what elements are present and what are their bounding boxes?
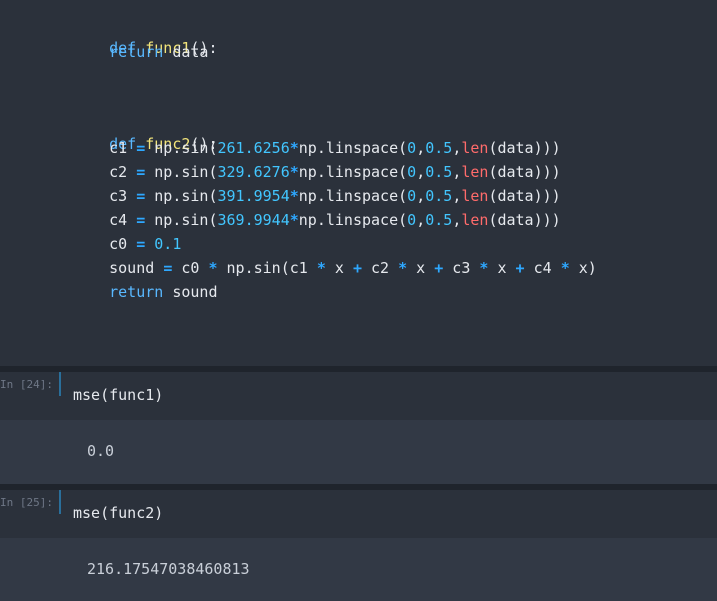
prompt-bar [59, 372, 61, 396]
code-line-c2: c2 = np.sin(329.6276*np.linspace(0,0.5,l… [73, 163, 561, 181]
code-line-c4: c4 = np.sin(369.9944*np.linspace(0,0.5,l… [73, 211, 561, 229]
code-cell-top[interactable]: def func1(): return data def func2(): c1… [0, 0, 717, 366]
output-cell-24: 0.0 [0, 420, 717, 484]
code-line-return-sound: return sound [109, 283, 218, 301]
cell-input-code[interactable]: mse(func1) [73, 385, 163, 405]
input-cell-25[interactable]: In [25]: mse(func2) [0, 490, 717, 538]
code-line-c1: c1 = np.sin(261.6256*np.linspace(0,0.5,l… [73, 139, 561, 157]
code-line-sound: sound = c0 * np.sin(c1 * x + c2 * x + c3… [73, 259, 597, 277]
cell-output-value: 0.0 [87, 442, 115, 460]
cell-input-code[interactable]: mse(func2) [73, 503, 163, 523]
cell-prompt: In [25]: [0, 496, 53, 509]
prompt-bar [59, 490, 61, 514]
code-line-c3: c3 = np.sin(391.9954*np.linspace(0,0.5,l… [73, 187, 561, 205]
input-cell-24[interactable]: In [24]: mse(func1) [0, 372, 717, 420]
cell-prompt: In [24]: [0, 378, 53, 391]
cell-output-value: 216.17547038460813 [87, 560, 250, 578]
output-cell-25: 216.17547038460813 [0, 538, 717, 601]
code-line-c0: c0 = 0.1 [73, 235, 182, 253]
code-line-return-data: return data [109, 43, 209, 61]
